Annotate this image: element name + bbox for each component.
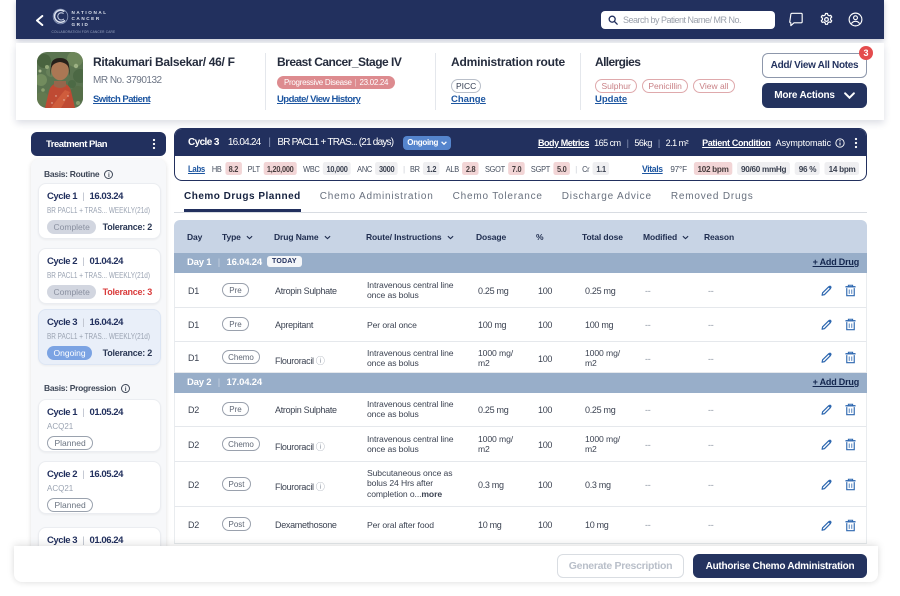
svg-text:GRID: GRID (72, 22, 90, 27)
svg-text:NATIONAL: NATIONAL (72, 10, 108, 15)
svg-text:COLLABORATION FOR CANCER CARE: COLLABORATION FOR CANCER CARE (52, 30, 116, 34)
svg-text:CANCER: CANCER (72, 16, 101, 21)
